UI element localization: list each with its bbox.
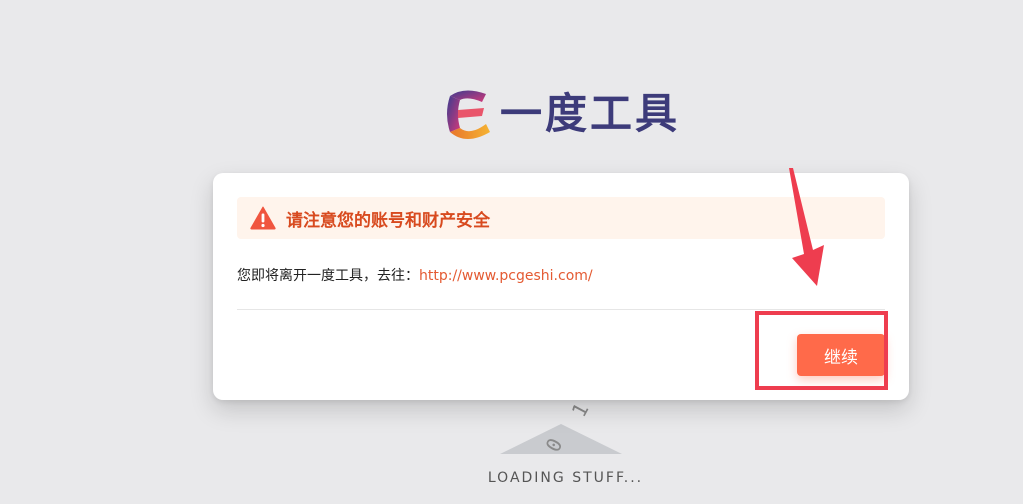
warning-icon [250, 206, 276, 230]
brand-logo: 一度工具 [442, 84, 680, 144]
loading-text: LOADING STUFF... [487, 470, 644, 486]
logo-e-icon [447, 90, 490, 139]
message-prefix: 您即将离开一度工具，去往： [237, 268, 419, 284]
annotation-arrow-icon [789, 168, 824, 286]
loader-digit-one: 1 [566, 399, 594, 421]
annotation-highlight-box [755, 311, 888, 390]
target-url-link[interactable]: http://www.pcgeshi.com/ [419, 268, 593, 284]
redirect-message: 您即将离开一度工具，去往：http://www.pcgeshi.com/ [237, 265, 593, 285]
brand-title: 一度工具 [500, 89, 681, 138]
warning-title: 请注意您的账号和财产安全 [286, 210, 490, 231]
divider [237, 309, 885, 310]
